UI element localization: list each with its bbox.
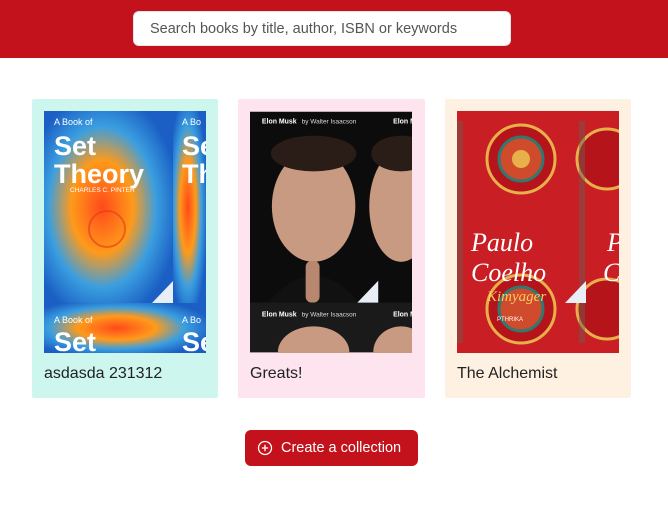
top-bar [0,0,668,58]
plus-circle-icon [257,440,273,456]
collection-card[interactable]: A Book of Set Theory CHARLES C. PINTER A… [32,99,218,398]
collection-card[interactable]: Elon Musk by Walter Isaacson Elon M Elon… [238,99,425,398]
svg-text:Elon M: Elon M [393,311,412,318]
create-collection-label: Create a collection [281,440,402,456]
svg-text:A Bo: A Bo [182,117,201,127]
svg-text:CHARLES C. PINTER: CHARLES C. PINTER [70,187,135,194]
svg-text:Elon M: Elon M [393,119,412,126]
svg-text:Paulo: Paulo [470,228,533,257]
book-cover: Elon Musk by Walter Isaacson Elon M Elon… [250,111,412,353]
svg-text:Theory: Theory [54,159,144,189]
svg-text:Se: Se [182,327,206,353]
svg-text:by Walter Isaacson: by Walter Isaacson [302,311,357,318]
svg-text:P: P [606,228,619,257]
book-cover: A Book of Set Theory CHARLES C. PINTER A… [44,111,206,353]
svg-text:A Bo: A Bo [182,315,201,325]
create-collection-button[interactable]: Create a collection [245,430,418,466]
svg-text:Coelho: Coelho [471,258,546,287]
collection-card[interactable]: Paulo Coelho Kimyager PTHRIKA P C The Al… [445,99,631,398]
svg-text:Elon Musk: Elon Musk [262,311,297,318]
collection-title[interactable]: The Alchemist [457,365,557,383]
svg-text:A Book of: A Book of [54,117,93,127]
svg-text:Set: Set [54,327,96,353]
svg-text:Kimyager: Kimyager [486,289,546,305]
svg-text:Th: Th [182,159,206,189]
svg-text:Elon Musk: Elon Musk [262,119,297,126]
svg-text:C: C [603,258,619,287]
svg-text:Set: Set [54,131,96,161]
svg-text:Se: Se [182,131,206,161]
svg-text:A Book of: A Book of [54,315,93,325]
svg-text:by Walter Isaacson: by Walter Isaacson [302,119,357,126]
book-cover: Paulo Coelho Kimyager PTHRIKA P C [457,111,619,353]
svg-text:PTHRIKA: PTHRIKA [497,317,523,323]
collection-title[interactable]: Greats! [250,365,302,383]
collection-title[interactable]: asdasda 231312 [44,365,162,383]
search-input[interactable] [133,11,511,46]
